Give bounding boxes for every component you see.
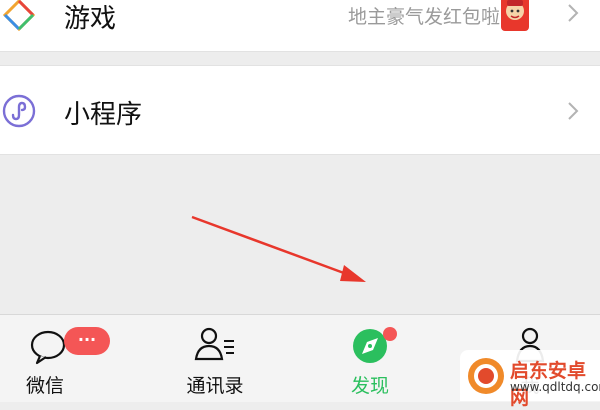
tab-chats[interactable]: ··· 微信 xyxy=(0,315,110,402)
games-icon xyxy=(2,0,36,32)
games-promo-text: 地主豪气发红包啦 xyxy=(347,6,500,28)
tab-label-chats: 微信 xyxy=(25,375,64,397)
chevron-right-icon xyxy=(568,4,579,22)
tab-contacts[interactable]: 通讯录 xyxy=(160,315,270,402)
tab-discover[interactable]: 发现 xyxy=(315,315,425,402)
games-label: 游戏 xyxy=(64,4,117,34)
unread-badge: ··· xyxy=(64,327,110,355)
watermark-url: www.qdltdq.com xyxy=(510,380,600,394)
tab-label-contacts: 通讯录 xyxy=(186,375,244,397)
discover-row-mini-programs[interactable]: 小程序 xyxy=(0,65,600,155)
watermark-logo-icon xyxy=(468,358,504,394)
mini-program-icon xyxy=(2,94,36,128)
chevron-right-icon xyxy=(568,102,579,120)
discover-notification-dot xyxy=(383,327,397,341)
discover-row-games[interactable]: 游戏 地主豪气发红包啦 xyxy=(0,0,600,52)
tab-label-discover: 发现 xyxy=(350,375,389,397)
contacts-icon xyxy=(194,327,234,361)
site-watermark: 启东安卓网 www.qdltdq.com xyxy=(460,350,600,409)
mini-programs-label: 小程序 xyxy=(64,100,143,130)
red-envelope-icon xyxy=(501,0,529,31)
